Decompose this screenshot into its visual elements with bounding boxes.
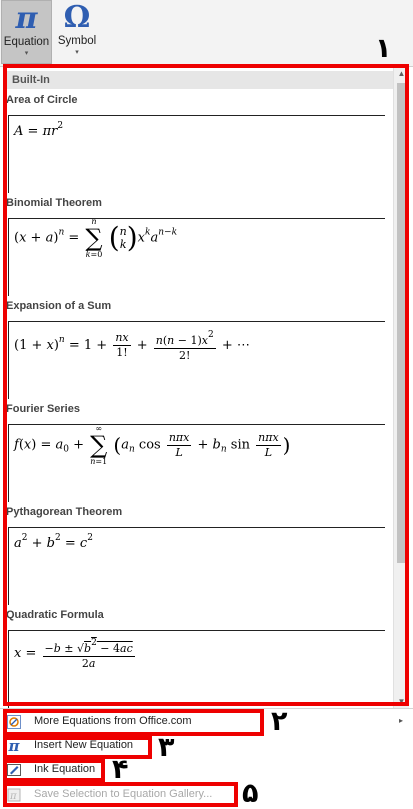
annotation-number-2: ۲ xyxy=(271,706,288,737)
ribbon: π Equation ▾ Ω Symbol ▾ xyxy=(0,0,413,66)
annotation-number-1: ۱ xyxy=(375,33,392,64)
chevron-right-icon: ▸ xyxy=(398,716,403,725)
annotation-box-4 xyxy=(3,759,105,782)
chevron-down-icon: ▾ xyxy=(75,49,79,56)
symbol-label: Symbol xyxy=(57,35,97,47)
annotation-number-3: ۳ xyxy=(158,732,175,763)
annotation-number-4: ۴ xyxy=(112,754,129,785)
symbol-button[interactable]: Ω Symbol ▾ xyxy=(52,0,102,64)
equation-label: Equation xyxy=(3,36,50,48)
chevron-down-icon: ▾ xyxy=(24,50,29,57)
pi-icon: π xyxy=(15,1,38,36)
annotation-box-5 xyxy=(3,782,238,807)
annotation-number-5: ۵ xyxy=(242,778,259,809)
annotation-box-1 xyxy=(3,64,409,706)
annotation-box-3 xyxy=(3,736,152,759)
annotation-box-2 xyxy=(3,709,264,736)
equation-button[interactable]: π Equation ▾ xyxy=(1,0,52,64)
omega-icon: Ω xyxy=(63,0,91,35)
